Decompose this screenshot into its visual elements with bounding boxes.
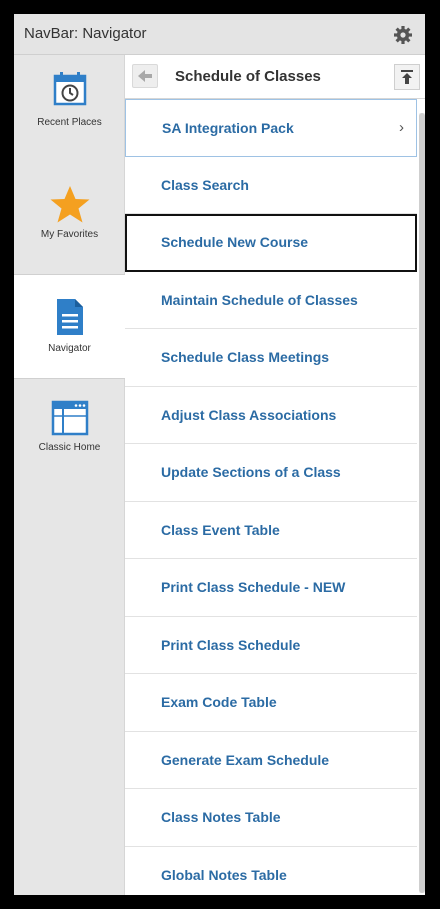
menu-item-label: Print Class Schedule - NEW — [161, 579, 346, 595]
collapse-top-button[interactable] — [394, 64, 420, 90]
menu-item-label: Schedule Class Meetings — [161, 349, 330, 365]
menu-item-label: Class Search — [161, 176, 249, 193]
navbar-title: NavBar: Navigator — [24, 25, 147, 42]
collapse-top-icon — [401, 70, 413, 84]
menu-item-class-search[interactable]: Class Search — [125, 157, 417, 214]
calendar-clock-icon — [53, 72, 86, 106]
menu-item-sa-integration-pack[interactable]: SA Integration Pack › — [125, 99, 417, 157]
document-icon — [56, 299, 83, 335]
panel-header: Schedule of Classes — [125, 55, 425, 99]
rail-label-recent-places: Recent Places — [37, 117, 102, 128]
rail-item-recent-places[interactable]: Recent Places — [14, 69, 125, 169]
back-arrow-icon — [138, 70, 152, 82]
menu-list: SA Integration Pack › Class Search Sched… — [125, 99, 417, 895]
menu-item-update-sections-of-a-class[interactable]: Update Sections of a Class — [125, 444, 417, 502]
navbar-side-rail: Recent Places My Favorites Navigator Cla… — [14, 55, 125, 895]
rail-label-classic-home: Classic Home — [38, 442, 101, 453]
rail-label-my-favorites: My Favorites — [40, 229, 99, 240]
navbar-header: NavBar: Navigator — [14, 14, 425, 55]
panel-title: Schedule of Classes — [175, 68, 321, 85]
menu-item-label: Maintain Schedule of Classes — [161, 291, 358, 308]
vertical-scrollbar[interactable] — [419, 113, 425, 893]
menu-item-label: Exam Code Table — [161, 694, 277, 710]
menu-item-class-event-table[interactable]: Class Event Table — [125, 502, 417, 559]
menu-item-label: Adjust Class Associations — [161, 406, 337, 423]
menu-item-label: Print Class Schedule — [161, 636, 301, 653]
menu-item-global-notes-table[interactable]: Global Notes Table — [125, 847, 417, 896]
rail-label-navigator: Navigator — [48, 343, 91, 354]
menu-item-class-notes-table[interactable]: Class Notes Table — [125, 789, 417, 847]
rail-item-navigator[interactable]: Navigator — [14, 274, 125, 379]
menu-item-label: Schedule New Course — [161, 234, 309, 250]
rail-item-my-favorites[interactable]: My Favorites — [14, 183, 125, 273]
scrollbar-thumb[interactable] — [419, 113, 425, 893]
gear-icon[interactable] — [393, 25, 413, 45]
menu-item-label: Update Sections of a Class — [161, 464, 341, 480]
menu-item-label: Class Notes Table — [161, 809, 281, 825]
menu-item-print-class-schedule[interactable]: Print Class Schedule — [125, 617, 417, 674]
menu-item-label: SA Integration Pack — [162, 120, 294, 136]
menu-item-label: Class Event Table — [161, 521, 280, 538]
back-button[interactable] — [132, 64, 158, 88]
menu-item-schedule-class-meetings[interactable]: Schedule Class Meetings — [125, 329, 417, 387]
menu-item-generate-exam-schedule[interactable]: Generate Exam Schedule — [125, 732, 417, 789]
menu-item-adjust-class-associations[interactable]: Adjust Class Associations — [125, 387, 417, 444]
menu-item-schedule-new-course[interactable]: Schedule New Course — [125, 214, 417, 272]
chevron-right-icon: › — [399, 119, 404, 136]
menu-item-label: Global Notes Table — [161, 866, 287, 883]
window-icon — [51, 400, 88, 436]
menu-item-maintain-schedule-of-classes[interactable]: Maintain Schedule of Classes — [125, 272, 417, 329]
menu-item-print-class-schedule-new[interactable]: Print Class Schedule - NEW — [125, 559, 417, 617]
navigator-panel: Schedule of Classes SA Integration Pack … — [125, 55, 425, 895]
rail-item-classic-home[interactable]: Classic Home — [14, 400, 125, 495]
navigator-window: NavBar: Navigator Recent Places My Favor… — [14, 14, 425, 895]
star-icon — [50, 186, 89, 223]
menu-item-label: Generate Exam Schedule — [161, 751, 330, 768]
menu-item-exam-code-table[interactable]: Exam Code Table — [125, 674, 417, 732]
